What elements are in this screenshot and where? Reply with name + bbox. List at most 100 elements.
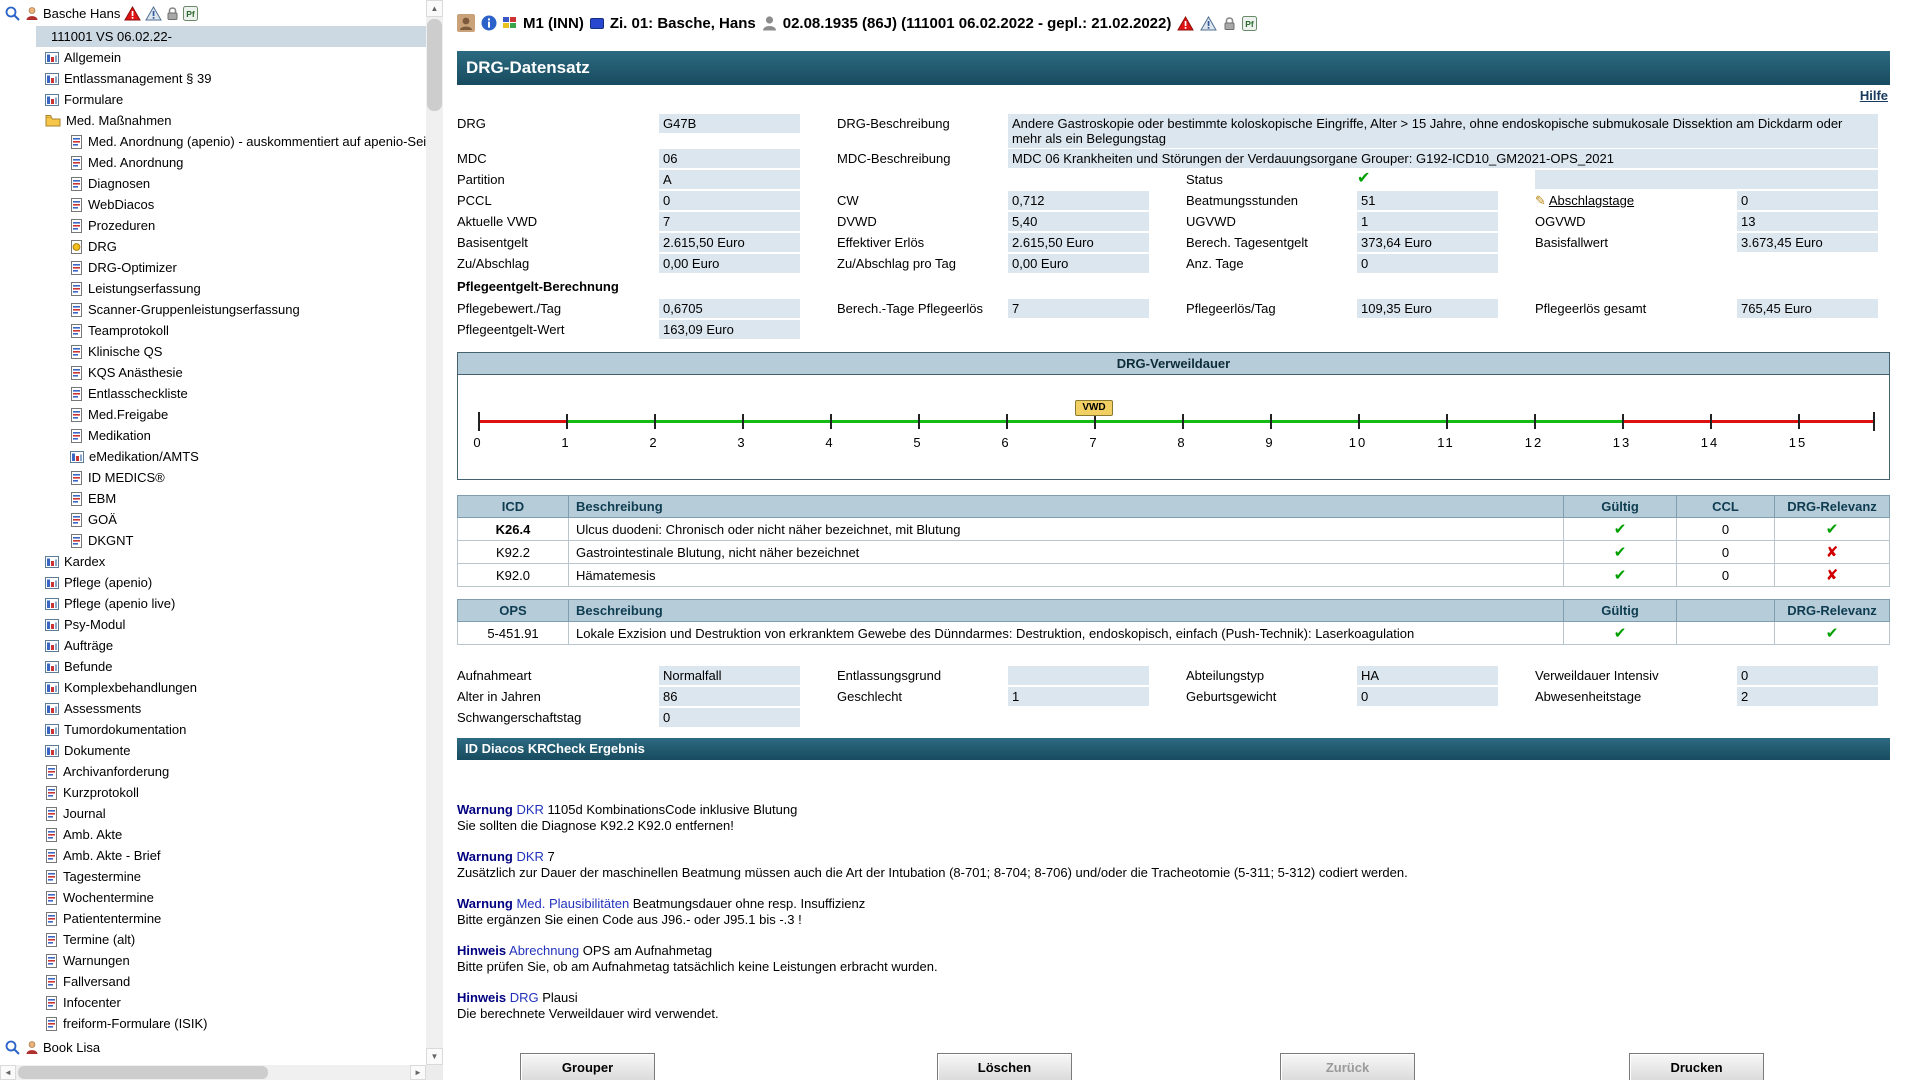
sidebar-item-pflege-apenio[interactable]: Pflege (apenio) [0,572,426,593]
sidebar-item-auftr-ge[interactable]: Aufträge [0,635,426,656]
ops-row-5-451-91[interactable]: 5-451.91Lokale Exzision und Destruktion … [458,622,1890,645]
sidebar-patient-book-lisa[interactable]: Book Lisa [0,1034,426,1060]
scroll-down-button[interactable]: ▼ [426,1048,443,1065]
scroll-right-button[interactable]: ► [410,1065,426,1080]
sidebar-item-tagestermine[interactable]: Tagestermine [0,866,426,887]
icd-row-k92-0[interactable]: K92.0Hämatemesis✔0✘ [458,564,1890,587]
geburtsgewicht-field[interactable]: 0 [1357,687,1498,706]
sidebar-item-go[interactable]: GOÄ [0,509,426,530]
sidebar-horizontal-scrollbar[interactable]: ◄ ► [0,1065,426,1080]
sidebar-item-journal[interactable]: Journal [0,803,426,824]
dvwd-field[interactable]: 5,40 [1008,212,1149,231]
sidebar-item-prozeduren[interactable]: Prozeduren [0,215,426,236]
horizontal-scrollbar-thumb[interactable] [18,1066,268,1079]
sidebar-item-freiform-formulare-isik[interactable]: freiform-Formulare (ISIK) [0,1013,426,1034]
sidebar-item-befunde[interactable]: Befunde [0,656,426,677]
edit-icon[interactable]: ✎ [1535,193,1546,208]
berech-tagesentgelt-field[interactable]: 373,64 Euro [1357,233,1498,252]
abschlagstage-field[interactable]: 0 [1737,191,1878,210]
sidebar-item-ebm[interactable]: EBM [0,488,426,509]
pflegeerl-s-tag-field[interactable]: 109,35 Euro [1357,299,1498,318]
message-category[interactable]: DKR [513,849,544,864]
scroll-left-button[interactable]: ◄ [0,1065,16,1080]
scroll-up-button[interactable]: ▲ [426,0,443,17]
effektiver-erl-s-field[interactable]: 2.615,50 Euro [1008,233,1149,252]
sidebar-item-formulare[interactable]: Formulare [0,89,426,110]
zu-abschlag-pro-tag-field[interactable]: 0,00 Euro [1008,254,1149,273]
drg-beschreibung-value[interactable]: Andere Gastroskopie oder bestimmte kolos… [1008,114,1878,148]
sidebar-item-med-anordnung-apenio-auskommentiert-auf-apenio-seit[interactable]: Med. Anordnung (apenio) - auskommentiert… [0,131,426,152]
sidebar-item-drg-optimizer[interactable]: DRG-Optimizer [0,257,426,278]
icd-row-k26-4[interactable]: K26.4Ulcus duodeni: Chronisch oder nicht… [458,518,1890,541]
sidebar-item-med-freigabe[interactable]: Med.Freigabe [0,404,426,425]
entlassungsgrund-field[interactable] [1008,666,1149,685]
beatmungsstunden-field[interactable]: 51 [1357,191,1498,210]
pccl-field[interactable]: 0 [659,191,800,210]
sidebar-item-infocenter[interactable]: Infocenter [0,992,426,1013]
anz-tage-field[interactable]: 0 [1357,254,1498,273]
abwesenheitstage-field[interactable]: 2 [1737,687,1878,706]
pflegeentgelt-wert-field[interactable]: 163,09 Euro [659,320,800,339]
sidebar-item-termine-alt[interactable]: Termine (alt) [0,929,426,950]
extra-field[interactable] [1535,170,1878,189]
sidebar-item-entlassmanagement-39[interactable]: Entlassmanagement § 39 [0,68,426,89]
sidebar-item-diagnosen[interactable]: Diagnosen [0,173,426,194]
sidebar-patient-basche-hans[interactable]: Basche HansPf [0,0,426,26]
message-category[interactable]: Med. Plausibilitäten [513,896,629,911]
basisentgelt-field[interactable]: 2.615,50 Euro [659,233,800,252]
sidebar-item-teamprotokoll[interactable]: Teamprotokoll [0,320,426,341]
pf-icon[interactable]: Pf [1242,16,1257,31]
sidebar-item-assessments[interactable]: Assessments [0,698,426,719]
sidebar-item-scanner-gruppenleistungserfassung[interactable]: Scanner-Gruppenleistungserfassung [0,299,426,320]
warning-red-icon[interactable] [1177,16,1194,31]
sidebar-item-allgemein[interactable]: Allgemein [0,47,426,68]
sidebar-item-archivanforderung[interactable]: Archivanforderung [0,761,426,782]
mdc-field[interactable]: 06 [659,149,800,168]
sidebar-item-pflege-apenio-live[interactable]: Pflege (apenio live) [0,593,426,614]
warning-info-icon[interactable] [1200,16,1217,31]
sidebar-item-leistungserfassung[interactable]: Leistungserfassung [0,278,426,299]
help-link[interactable]: Hilfe [1860,88,1888,103]
sidebar-vertical-scrollbar[interactable]: ▲ ▼ [426,0,443,1065]
geschlecht-field[interactable]: 1 [1008,687,1149,706]
sidebar-item-kurzprotokoll[interactable]: Kurzprotokoll [0,782,426,803]
berech-tage-pflegeerl-s-field[interactable]: 7 [1008,299,1149,318]
sidebar-item-komplexbehandlungen[interactable]: Komplexbehandlungen [0,677,426,698]
mdc-beschreibung-value[interactable]: MDC 06 Krankheiten und Störungen der Ver… [1008,149,1878,168]
message-category[interactable]: DRG [506,990,539,1005]
drg-field[interactable]: G47B [659,114,800,133]
sidebar-item-kardex[interactable]: Kardex [0,551,426,572]
pflegeerl-s-gesamt-field[interactable]: 765,45 Euro [1737,299,1878,318]
icd-row-k92-2[interactable]: K92.2Gastrointestinale Blutung, nicht nä… [458,541,1890,564]
abteilungstyp-field[interactable]: HA [1357,666,1498,685]
grouper-button[interactable]: Grouper [520,1053,655,1080]
cw-field[interactable]: 0,712 [1008,191,1149,210]
sidebar-item-med-anordnung[interactable]: Med. Anordnung [0,152,426,173]
sidebar-item-entlasscheckliste[interactable]: Entlasscheckliste [0,383,426,404]
zu-abschlag-field[interactable]: 0,00 Euro [659,254,800,273]
aufnahmeart-field[interactable]: Normalfall [659,666,800,685]
ugvwd-field[interactable]: 1 [1357,212,1498,231]
sidebar-item-amb-akte[interactable]: Amb. Akte [0,824,426,845]
sidebar-item-dkgnt[interactable]: DKGNT [0,530,426,551]
sidebar-item-id-medics[interactable]: ID MEDICS® [0,467,426,488]
info-icon[interactable] [481,15,497,31]
schwangerschaftstag-field[interactable]: 0 [659,708,800,727]
message-category[interactable]: DKR [513,802,544,817]
sidebar-item-wochentermine[interactable]: Wochentermine [0,887,426,908]
zur-ck-button[interactable]: Zurück [1280,1053,1415,1080]
vertical-scrollbar-thumb[interactable] [427,19,442,111]
basisfallwert-field[interactable]: 3.673,45 Euro [1737,233,1878,252]
drucken-button[interactable]: Drucken [1629,1053,1764,1080]
verweildauer-intensiv-field[interactable]: 0 [1737,666,1878,685]
pflegebewert-tag-field[interactable]: 0,6705 [659,299,800,318]
abschlagstage-link[interactable]: ✎ Abschlagstage [1535,193,1634,209]
alter-in-jahren-field[interactable]: 86 [659,687,800,706]
sidebar-item-emedikation-amts[interactable]: eMedikation/AMTS [0,446,426,467]
sidebar-item-kqs-an-sthesie[interactable]: KQS Anästhesie [0,362,426,383]
ogvwd-field[interactable]: 13 [1737,212,1878,231]
sidebar-item-111001-vs-06-02-22[interactable]: 111001 VS 06.02.22- [0,26,426,47]
sidebar-item-amb-akte-brief[interactable]: Amb. Akte - Brief [0,845,426,866]
sidebar-item-drg[interactable]: DRG [0,236,426,257]
message-category[interactable]: Abrechnung [506,943,579,958]
